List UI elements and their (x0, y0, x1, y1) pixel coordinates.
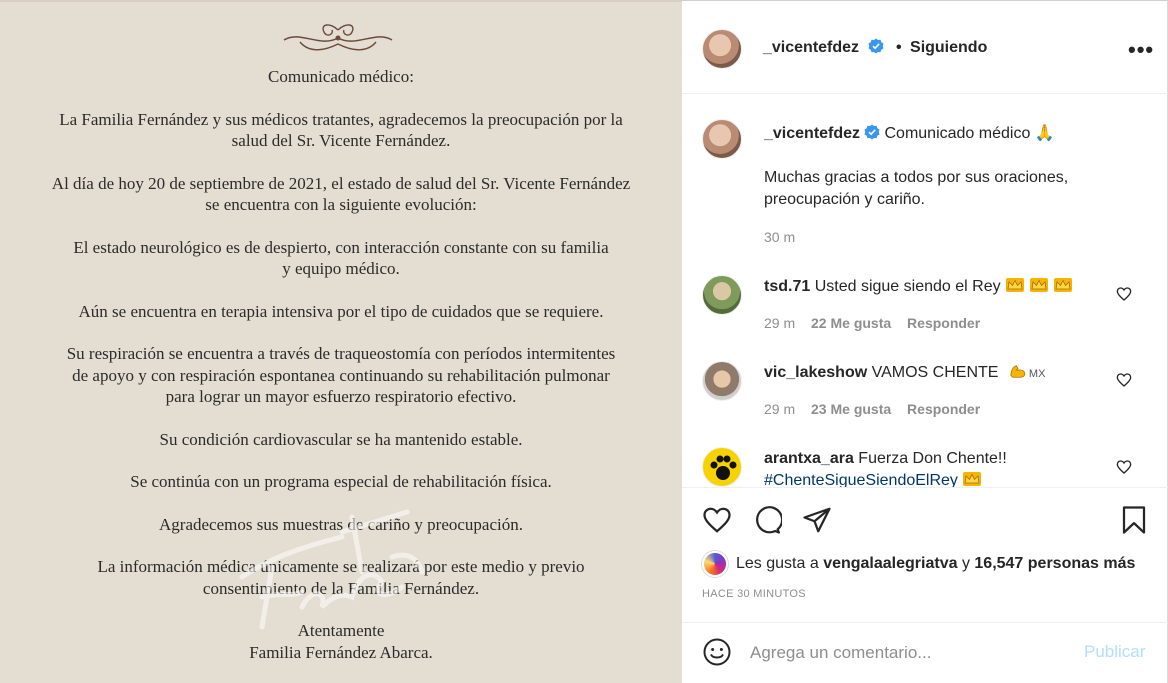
comment-time[interactable]: 29 m (764, 401, 795, 417)
verified-badge-icon (864, 124, 880, 140)
likes-prefix: Les gusta a (736, 555, 819, 572)
verified-badge-icon (868, 38, 883, 54)
reply-button[interactable]: Responder (907, 401, 980, 417)
comment-body: Fuerza Don Chente!! (858, 450, 1007, 467)
comment-text: tsd.71 Usted sigue siendo el Rey (764, 276, 1073, 298)
comment-text: vic_lakeshow VAMOS CHENTE MX (764, 362, 1045, 385)
comment-avatar[interactable] (702, 447, 742, 487)
like-comment-heart-icon[interactable] (1116, 459, 1132, 475)
crown-emoji-icon (1053, 278, 1072, 292)
more-options-icon[interactable]: ••• (1128, 37, 1154, 63)
like-comment-heart-icon[interactable] (1116, 372, 1132, 388)
post-timestamp[interactable]: HACE 30 MINUTOS (702, 588, 806, 600)
comment-username[interactable]: arantxa_ara (764, 450, 854, 467)
comments-list[interactable]: _vicentefdez Comunicado médico 🙏 Muchas … (682, 95, 1168, 487)
comment-username[interactable]: vic_lakeshow (764, 364, 867, 381)
like-comment-heart-icon[interactable] (1116, 286, 1132, 302)
reply-button[interactable]: Responder (907, 315, 980, 331)
author-username[interactable]: _vicentefdez (763, 39, 859, 56)
caption-body-line: preocupación y cariño. (764, 191, 925, 208)
letter-line: Su respiración se encuentra a través de … (66, 344, 616, 363)
following-button[interactable]: Siguiendo (910, 39, 987, 56)
flexed-biceps-emoji-icon (1010, 365, 1026, 378)
comment-body: Usted sigue siendo el Rey (814, 278, 1001, 295)
comment-input[interactable] (750, 640, 1070, 666)
save-bookmark-icon[interactable] (1120, 505, 1148, 535)
publish-comment-button[interactable]: Publicar (1084, 642, 1145, 662)
comment-text: arantxa_ara Fuerza Don Chente!! #ChenteS… (764, 448, 1007, 487)
caption-body: Muchas gracias a todos por sus oraciones… (764, 167, 1068, 211)
author-line: _vicentefdez • Siguiendo (763, 38, 987, 57)
letter-line: La Familia Fernández y sus médicos trata… (59, 109, 623, 129)
caption-title: Comunicado médico 🙏 (884, 125, 1055, 142)
post-actions: Les gusta a vengalaalegriatva y 16,547 p… (682, 487, 1168, 683)
comment-time[interactable]: 29 m (764, 315, 795, 331)
caption-header: _vicentefdez Comunicado médico 🙏 (764, 123, 1055, 145)
caption-meta: 30 m (764, 229, 807, 245)
post-header: _vicentefdez • Siguiendo ••• (682, 1, 1168, 94)
comment-likes[interactable]: 22 Me gusta (811, 315, 891, 331)
letter-line: El estado neurológico es de despierto, c… (73, 237, 609, 257)
letter-line: salud del Sr. Vicente Fernández. (231, 131, 451, 150)
letter-line: Se continúa con un programa especial de … (130, 472, 552, 491)
caption-username[interactable]: _vicentefdez (764, 125, 860, 142)
comment-avatar[interactable] (702, 361, 742, 401)
letter-line: Su condición cardiovascular se ha manten… (159, 429, 523, 449)
add-comment-bar: Publicar (682, 622, 1168, 683)
ornament-flourish-icon (283, 24, 393, 51)
comment-avatar[interactable] (702, 275, 742, 315)
letter-line: y equipo médico. (282, 259, 400, 278)
post-side-panel: _vicentefdez • Siguiendo ••• _vicentefde… (682, 0, 1168, 683)
author-avatar[interactable] (702, 29, 742, 69)
crown-emoji-icon (1005, 278, 1024, 292)
paw-icon (710, 455, 737, 480)
signature-watermark (239, 509, 425, 630)
crown-emoji-icon (1029, 278, 1048, 292)
liker-username[interactable]: vengalaalegriatva (823, 555, 957, 573)
liker-avatar[interactable] (702, 551, 728, 577)
comment-body: VAMOS CHENTE (871, 364, 999, 381)
letter-title: Comunicado médico: (268, 67, 414, 86)
likes-count[interactable]: 16,547 personas más (974, 555, 1135, 573)
share-paper-plane-icon[interactable] (802, 505, 832, 535)
letter-line: de apoyo y con respiración espontanea co… (72, 365, 610, 385)
comment-bubble-icon[interactable] (752, 505, 782, 535)
crown-emoji-icon (962, 472, 981, 486)
post-image[interactable]: Comunicado médico: La Familia Fernández … (0, 0, 682, 683)
letter-line: para lograr un mayor esfuerzo respirator… (165, 387, 517, 406)
comment-username[interactable]: tsd.71 (764, 278, 810, 295)
letter-line: se encuentra con la siguiente evolución: (205, 195, 477, 214)
separator-dot: • (895, 39, 902, 56)
caption-time[interactable]: 30 m (764, 229, 795, 245)
comment-meta: 29 m 22 Me gusta Responder (764, 315, 992, 331)
flag-label: MX (1028, 368, 1046, 380)
comment-meta: 29 m 23 Me gusta Responder (764, 401, 992, 417)
caption-body-line: Muchas gracias a todos por sus oraciones… (764, 169, 1069, 186)
emoji-picker-icon[interactable] (702, 637, 732, 667)
caption-avatar[interactable] (702, 119, 742, 159)
letter-line: Aún se encuentra en terapia intensiva po… (78, 301, 604, 321)
likes-conj: y (961, 555, 970, 572)
comment-likes[interactable]: 23 Me gusta (811, 401, 891, 417)
likes-summary: Les gusta a vengalaalegriatva y 16,547 p… (702, 551, 1135, 577)
letter-line: Al día de hoy 20 de septiembre de 2021, … (51, 173, 631, 193)
hashtag-link[interactable]: #ChenteSigueSiendoElRey (764, 472, 958, 487)
like-heart-icon[interactable] (702, 505, 732, 535)
